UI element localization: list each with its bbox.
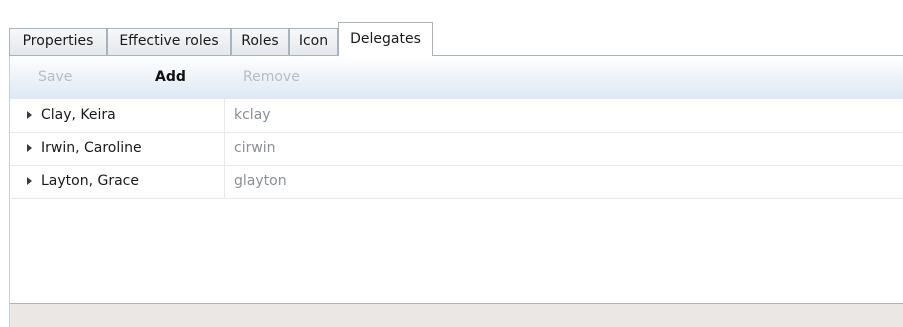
- top-band: [0, 0, 903, 22]
- table-row[interactable]: Irwin, Caroline cirwin: [10, 132, 903, 166]
- expand-arrow-icon[interactable]: [27, 144, 32, 152]
- delegates-grid: Clay, Keira kclay Irwin, Caroline cirwin…: [9, 99, 903, 303]
- toolbar: Save Add Remove: [9, 56, 903, 99]
- column-divider: [224, 165, 225, 198]
- delegate-login: kclay: [234, 107, 271, 123]
- delegate-login: glayton: [234, 173, 287, 189]
- tab-delegates[interactable]: Delegates: [338, 22, 433, 56]
- tab-roles[interactable]: Roles: [231, 28, 289, 55]
- column-divider: [224, 132, 225, 165]
- add-button[interactable]: Add: [155, 66, 186, 88]
- expand-arrow-icon[interactable]: [27, 111, 32, 119]
- expand-arrow-icon[interactable]: [27, 177, 32, 185]
- delegate-name: Clay, Keira: [41, 107, 116, 123]
- delegate-name: Layton, Grace: [41, 173, 139, 189]
- column-divider: [224, 99, 225, 132]
- delegate-name: Irwin, Caroline: [41, 140, 142, 156]
- tab-effective-roles[interactable]: Effective roles: [107, 28, 231, 55]
- table-row[interactable]: Clay, Keira kclay: [10, 99, 903, 133]
- delegate-login: cirwin: [234, 140, 276, 156]
- delegates-panel: Properties Effective roles Roles Icon De…: [0, 0, 903, 327]
- tab-strip: Properties Effective roles Roles Icon De…: [9, 22, 903, 56]
- remove-button[interactable]: Remove: [243, 66, 300, 88]
- table-row[interactable]: Layton, Grace glayton: [10, 165, 903, 199]
- tab-properties[interactable]: Properties: [9, 28, 107, 55]
- tab-icon[interactable]: Icon: [289, 28, 338, 55]
- save-button[interactable]: Save: [38, 66, 72, 88]
- status-footer: [9, 303, 903, 327]
